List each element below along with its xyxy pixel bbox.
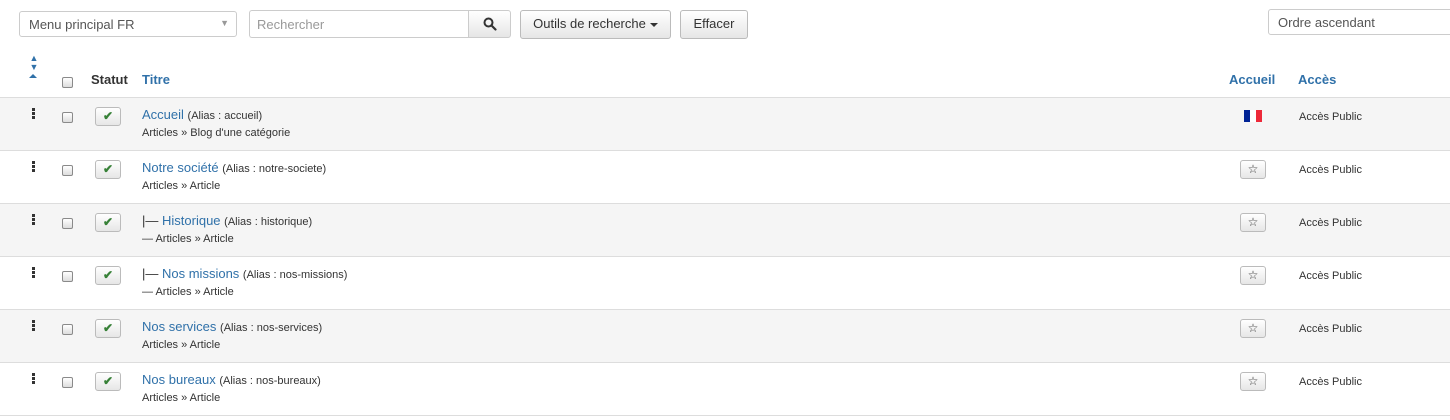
table-row: ✔ Accueil (Alias : accueil) Articles » B… (0, 98, 1450, 151)
item-alias: (Alias : accueil) (187, 110, 263, 122)
item-title-line: |— Nos missions (Alias : nos-missions) (142, 266, 347, 281)
item-title-link[interactable]: Historique (162, 213, 221, 228)
table-header: ▲ ▼ Statut Titre Accueil Accès (0, 48, 1450, 98)
drag-handle-icon[interactable] (32, 320, 35, 332)
item-type: — Articles » Article (142, 286, 234, 298)
publish-toggle-button[interactable]: ✔ (95, 213, 121, 232)
star-icon: ☆ (1247, 321, 1259, 335)
item-type: Articles » Blog d'une catégorie (142, 127, 291, 139)
check-icon: ✔ (102, 162, 114, 176)
table-row: ✔ |— Historique (Alias : historique) — A… (0, 204, 1450, 257)
search-tools-button[interactable]: Outils de recherche (520, 10, 671, 39)
drag-handle-icon[interactable] (32, 373, 35, 385)
star-icon: ☆ (1247, 215, 1259, 229)
flag-fr-icon (1244, 110, 1262, 122)
star-icon: ☆ (1247, 162, 1259, 176)
caret-down-icon (649, 22, 658, 27)
item-title-line: Nos bureaux (Alias : nos-bureaux) (142, 372, 321, 387)
table-row: ✔ Nos services (Alias : nos-services) Ar… (0, 310, 1450, 363)
row-checkbox[interactable] (62, 377, 73, 388)
header-title[interactable]: Titre (142, 72, 170, 87)
item-alias: (Alias : nos-bureaux) (219, 375, 321, 387)
header-status[interactable]: Statut (91, 72, 128, 87)
item-access: Accès Public (1299, 111, 1362, 123)
item-alias: (Alias : historique) (224, 216, 313, 228)
item-title-link[interactable]: Nos services (142, 319, 216, 334)
row-checkbox[interactable] (62, 271, 73, 282)
item-title-link[interactable]: Accueil (142, 107, 184, 122)
row-checkbox[interactable] (62, 112, 73, 123)
item-alias: (Alias : notre-societe) (222, 163, 327, 175)
item-access: Accès Public (1299, 270, 1362, 282)
search-tools-label: Outils de recherche (533, 16, 646, 31)
chevron-down-icon: ▼ (220, 18, 229, 28)
check-icon: ✔ (102, 215, 114, 229)
check-icon: ✔ (102, 109, 114, 123)
order-select-value: Ordre ascendant (1278, 15, 1375, 30)
item-title-line: Accueil (Alias : accueil) (142, 107, 262, 122)
clear-button[interactable]: Effacer (680, 10, 748, 39)
publish-toggle-button[interactable]: ✔ (95, 160, 121, 179)
drag-handle-icon[interactable] (32, 161, 35, 173)
item-title-link[interactable]: Notre société (142, 160, 219, 175)
set-home-button[interactable]: ☆ (1240, 372, 1266, 391)
drag-handle-icon[interactable] (32, 267, 35, 279)
publish-toggle-button[interactable]: ✔ (95, 107, 121, 126)
item-title-link[interactable]: Nos bureaux (142, 372, 216, 387)
item-title-line: Notre société (Alias : notre-societe) (142, 160, 326, 175)
filter-toolbar: Menu principal FR ▼ Outils de recherche … (0, 0, 1450, 48)
select-all-checkbox[interactable] (62, 77, 73, 88)
item-access: Accès Public (1299, 217, 1362, 229)
item-alias: (Alias : nos-services) (220, 322, 323, 334)
publish-toggle-button[interactable]: ✔ (95, 266, 121, 285)
check-icon: ✔ (102, 321, 114, 335)
menu-select-value: Menu principal FR (29, 17, 135, 32)
search-icon (483, 17, 497, 31)
table-row: ✔ Nos bureaux (Alias : nos-bureaux) Arti… (0, 363, 1450, 416)
item-type: — Articles » Article (142, 233, 234, 245)
item-title-line: |— Historique (Alias : historique) (142, 213, 312, 228)
set-home-button[interactable]: ☆ (1240, 319, 1266, 338)
item-access: Accès Public (1299, 164, 1362, 176)
check-icon: ✔ (102, 268, 114, 282)
set-home-button[interactable]: ☆ (1240, 213, 1266, 232)
row-checkbox[interactable] (62, 218, 73, 229)
item-type: Articles » Article (142, 392, 221, 404)
set-home-button[interactable]: ☆ (1240, 266, 1266, 285)
header-home[interactable]: Accueil (1229, 72, 1275, 87)
search-input[interactable] (249, 10, 469, 38)
drag-handle-icon[interactable] (32, 214, 35, 226)
sort-icon[interactable]: ▲ ▼ (28, 54, 40, 72)
set-home-button[interactable]: ☆ (1240, 160, 1266, 179)
menu-select[interactable]: Menu principal FR ▼ (19, 11, 237, 37)
table-row: ✔ Notre société (Alias : notre-societe) … (0, 151, 1450, 204)
star-icon: ☆ (1247, 374, 1259, 388)
order-select[interactable]: Ordre ascendant (1268, 9, 1450, 35)
item-type: Articles » Article (142, 180, 221, 192)
row-checkbox[interactable] (62, 165, 73, 176)
item-type: Articles » Article (142, 339, 221, 351)
item-level-prefix: |— (142, 213, 162, 228)
item-level-prefix: |— (142, 266, 162, 281)
publish-toggle-button[interactable]: ✔ (95, 372, 121, 391)
drag-handle-icon[interactable] (32, 108, 35, 120)
publish-toggle-button[interactable]: ✔ (95, 319, 121, 338)
search-button[interactable] (468, 10, 511, 38)
star-icon: ☆ (1247, 268, 1259, 282)
table-row: ✔ |— Nos missions (Alias : nos-missions)… (0, 257, 1450, 310)
item-access: Accès Public (1299, 323, 1362, 335)
check-icon: ✔ (102, 374, 114, 388)
item-alias: (Alias : nos-missions) (242, 269, 348, 281)
clear-label: Effacer (693, 16, 735, 31)
sort-asc-icon[interactable] (29, 74, 37, 78)
item-title-link[interactable]: Nos missions (162, 266, 239, 281)
item-title-line: Nos services (Alias : nos-services) (142, 319, 322, 334)
item-access: Accès Public (1299, 376, 1362, 388)
row-checkbox[interactable] (62, 324, 73, 335)
header-access[interactable]: Accès (1298, 72, 1336, 87)
